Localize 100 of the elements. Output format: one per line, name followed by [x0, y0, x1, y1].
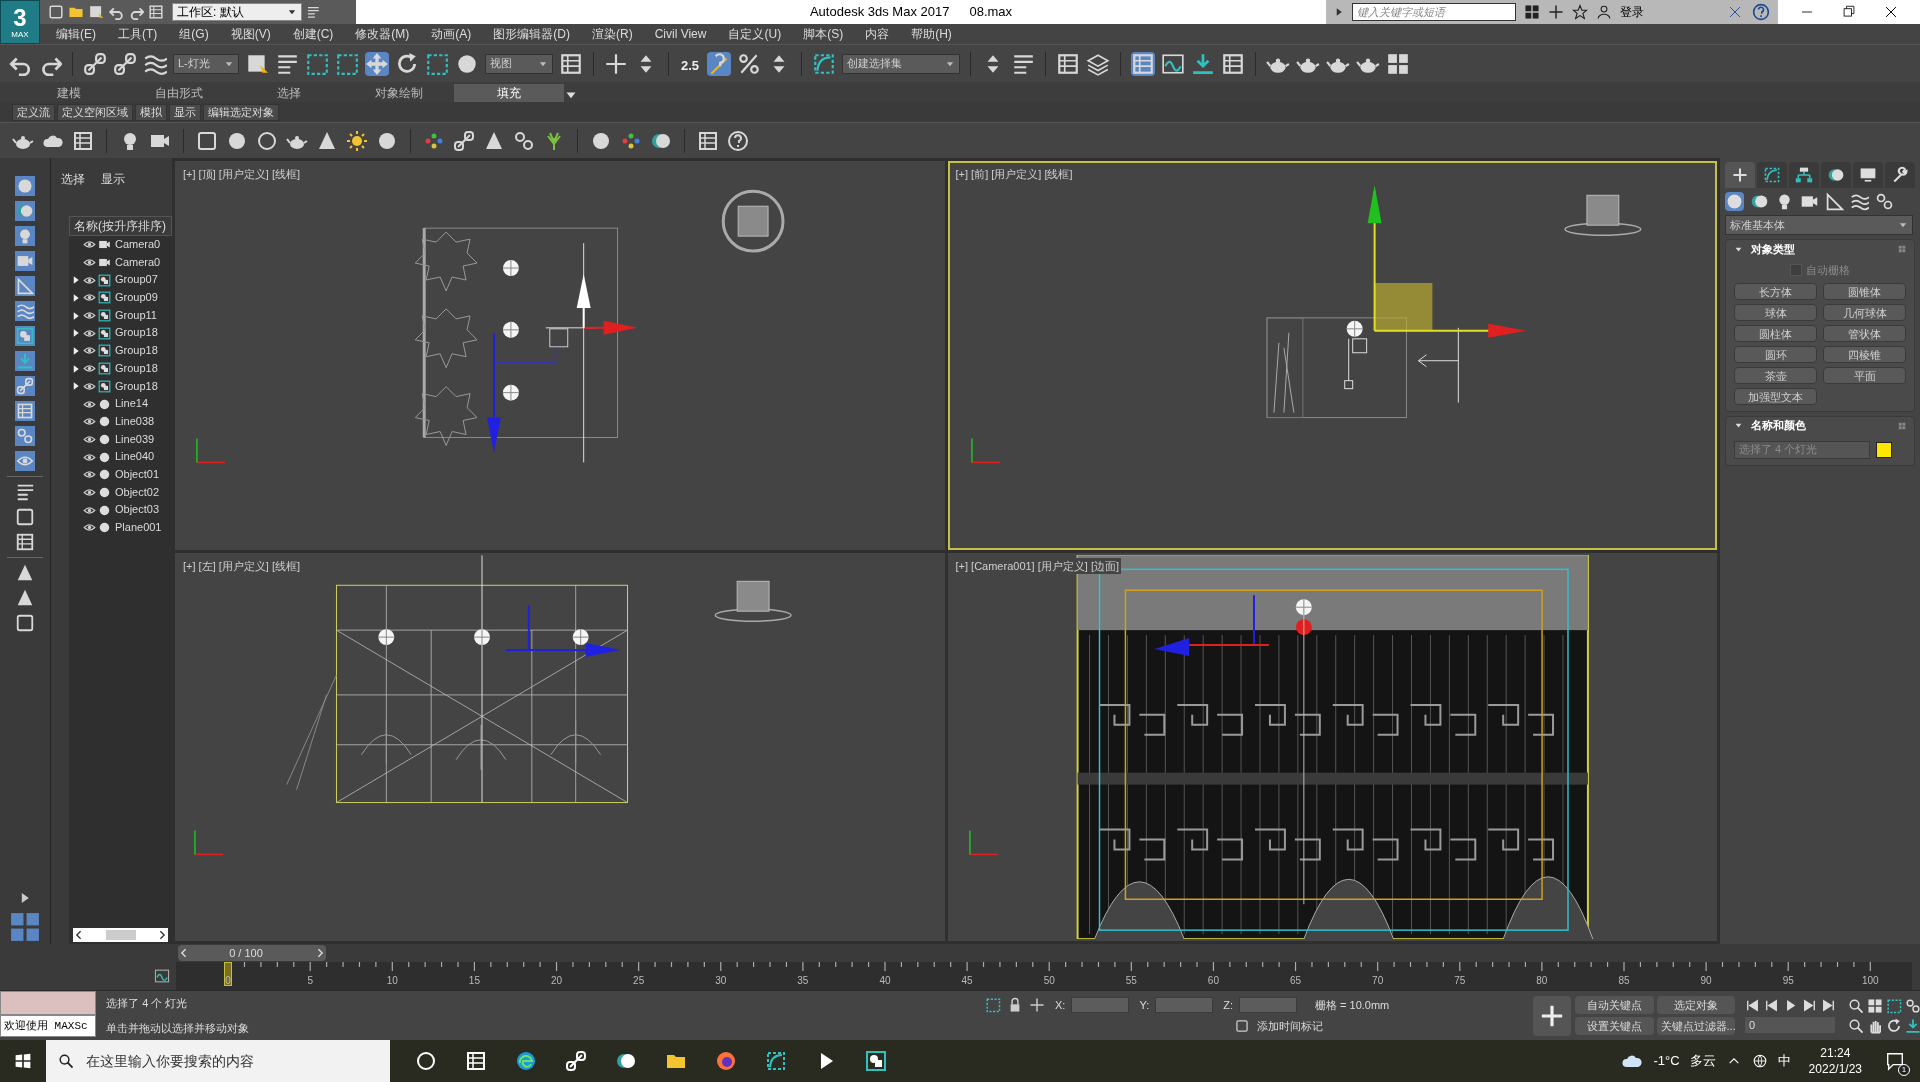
primitive-button[interactable]: 平面 [1823, 366, 1906, 384]
search-field[interactable]: 键入关键字或短语 [1352, 3, 1516, 21]
primitive-button[interactable]: 几何球体 [1823, 303, 1906, 321]
rollout-title[interactable]: 对象类型 [1751, 240, 1890, 258]
auto-key-button[interactable]: 自动关键点 [1574, 996, 1654, 1014]
object-name[interactable]: Group18 [113, 359, 172, 378]
primitive-button[interactable]: 管状体 [1823, 324, 1906, 342]
object-name[interactable]: Group11 [113, 306, 172, 325]
temperature-readout: -1°C [1653, 1052, 1680, 1071]
frame-tick-label: 30 [715, 974, 727, 988]
maxscript-field[interactable]: 欢迎使用 MAXSc [0, 1015, 97, 1037]
object-name[interactable]: Line040 [113, 448, 172, 466]
object-name[interactable]: Line038 [113, 412, 172, 431]
reference-coordinate-dropdown[interactable]: 视图 [485, 53, 553, 74]
object-name[interactable]: Group18 [113, 342, 172, 360]
viewport-label[interactable]: [+] [顶] [用户定义] [线框] [181, 166, 303, 183]
frame-tick-label: 60 [1207, 974, 1219, 988]
object-name[interactable]: Group09 [113, 289, 172, 307]
ribbon-tab[interactable]: 建模 [14, 84, 124, 102]
primitive-button[interactable]: 茶壶 [1734, 366, 1817, 384]
object-name[interactable]: Group18 [113, 324, 172, 343]
column-header[interactable]: 名称(按升序排序) [69, 216, 172, 236]
primitive-button[interactable]: 球体 [1734, 303, 1817, 321]
timeline-ruler[interactable]: 0 5 10 15 20 25 30 35 40 45 50 55 60 65 70 75 80 85 90 95 100 [176, 962, 1912, 990]
object-name[interactable]: Object03 [113, 501, 172, 519]
frame-tick-label: 100 [1862, 974, 1879, 988]
viewport[interactable]: [+] [前] [用户定义] [线框] [947, 161, 1717, 550]
object-name[interactable]: Line039 [113, 430, 172, 449]
object-name[interactable]: Camera0 [113, 236, 172, 254]
menu-item[interactable]: 组(G) [179, 25, 209, 43]
frame-tick-label: 0 [225, 974, 231, 988]
frame-tick-label: 5 [307, 974, 313, 988]
add-time-tag-link[interactable]: 添加时间标记 [1257, 1017, 1323, 1034]
primitive-button[interactable]: 圆柱体 [1734, 324, 1817, 342]
ribbon-panel-tab[interactable]: 模拟 [135, 103, 167, 121]
frame-tick-label: 20 [550, 974, 563, 988]
menu-item[interactable]: 帮助(H) [911, 25, 952, 43]
viewport[interactable]: [+] [左] [用户定义] [线框] [175, 552, 945, 941]
workspace-dropdown[interactable]: 工作区: 默认 [172, 3, 302, 21]
object-name[interactable]: Object01 [113, 465, 172, 484]
sign-in-link[interactable]: 登录 [1619, 3, 1718, 21]
set-key-button[interactable]: 设置关键点 [1574, 1017, 1654, 1035]
frame-counter-button[interactable]: 0 / 100 [178, 945, 326, 961]
frame-tick-label: 75 [1454, 974, 1466, 988]
menu-item[interactable]: 内容 [865, 25, 890, 43]
viewport-label[interactable]: [+] [前] [用户定义] [线框] [953, 166, 1075, 183]
ribbon-panel-tab[interactable]: 显示 [169, 103, 201, 121]
menu-item[interactable]: 渲染(R) [592, 25, 633, 43]
snap-toggle[interactable]: 2.5 [679, 51, 702, 76]
primitive-button[interactable]: 长方体 [1734, 282, 1817, 300]
primitive-button[interactable]: 圆环 [1734, 345, 1817, 363]
app-logo[interactable]: 3 MAX [0, 0, 40, 44]
viewport[interactable]: [+] [Camera001] [用户定义] [边面] [947, 552, 1717, 941]
ribbon-tab[interactable]: 自由形式 [124, 84, 234, 102]
notification-button[interactable]: 1 [1880, 1046, 1910, 1076]
menu-item[interactable]: 修改器(M) [355, 25, 410, 43]
frame-readout: 0 / 100 [229, 945, 263, 961]
selection-filter-dropdown[interactable]: L-灯光 [173, 53, 239, 74]
primitive-button[interactable]: 四棱锥 [1823, 345, 1906, 363]
object-name[interactable]: Camera0 [113, 253, 172, 272]
menu-item[interactable]: 视图(V) [230, 25, 271, 43]
object-name[interactable]: Plane001 [113, 519, 172, 537]
viewport[interactable]: [+] [顶] [用户定义] [线框] [175, 161, 945, 550]
prompt-hint: 单击并拖动以选择并移动对象 [106, 1020, 251, 1036]
ribbon-tab[interactable]: 对象绘制 [344, 84, 454, 102]
category-dropdown[interactable]: 标准基本体 [1725, 215, 1913, 235]
primitive-button[interactable]: 圆锥体 [1823, 282, 1906, 300]
menu-item[interactable]: 自定义(U) [728, 25, 782, 43]
ribbon-panel-tab[interactable]: 编辑选定对象 [203, 103, 279, 121]
explorer-tab[interactable]: 显示 [101, 170, 125, 198]
menu-item[interactable]: 创建(C) [292, 25, 334, 43]
ribbon-panel-tab[interactable]: 定义空闲区域 [57, 103, 133, 121]
explorer-tab[interactable]: 选择 [61, 170, 85, 198]
rollout-title[interactable]: 名称和颜色 [1751, 417, 1890, 434]
object-name[interactable]: Line14 [113, 395, 172, 413]
ribbon-tab[interactable]: 选择 [234, 84, 344, 102]
ribbon-panel-tab[interactable]: 定义流 [12, 103, 55, 121]
viewport-label[interactable]: [+] [左] [用户定义] [线框] [181, 557, 303, 574]
menu-item[interactable]: 工具(T) [118, 25, 158, 43]
object-name[interactable]: Group18 [113, 377, 172, 396]
key-mode-dropdown[interactable]: 选定对象 [1656, 996, 1736, 1014]
menu-item[interactable]: 编辑(E) [56, 25, 96, 43]
frame-tick-label: 90 [1700, 974, 1712, 988]
taskbar-search-field[interactable]: 在这里输入你要搜索的内容 [82, 1040, 390, 1082]
menu-item[interactable]: 图形编辑器(D) [493, 25, 570, 43]
object-name[interactable]: Group07 [113, 271, 172, 290]
input-method-indicator[interactable]: 中 [1777, 1051, 1791, 1071]
menu-item[interactable]: 脚本(S) [803, 25, 844, 43]
clock[interactable]: 21:24 2022/1/23 [1800, 1045, 1870, 1077]
viewport-label[interactable]: [+] [Camera001] [用户定义] [边面] [953, 557, 1122, 574]
primitive-button[interactable]: 加强型文本 [1734, 387, 1817, 405]
menu-item[interactable]: 动画(A) [431, 25, 472, 43]
current-frame-field[interactable]: 0 [1745, 1017, 1836, 1033]
ribbon-tab[interactable]: 填充 [454, 84, 564, 102]
named-selection-dropdown[interactable]: 创建选择集 [842, 53, 961, 74]
named-selection-dropdown-value: 创建选择集 [847, 56, 903, 72]
key-filters-button[interactable]: 关键点过滤器... [1656, 1017, 1736, 1035]
notification-count: 1 [1898, 1064, 1910, 1076]
object-name[interactable]: Object02 [113, 483, 172, 502]
menu-item[interactable]: Civil View [654, 25, 707, 43]
